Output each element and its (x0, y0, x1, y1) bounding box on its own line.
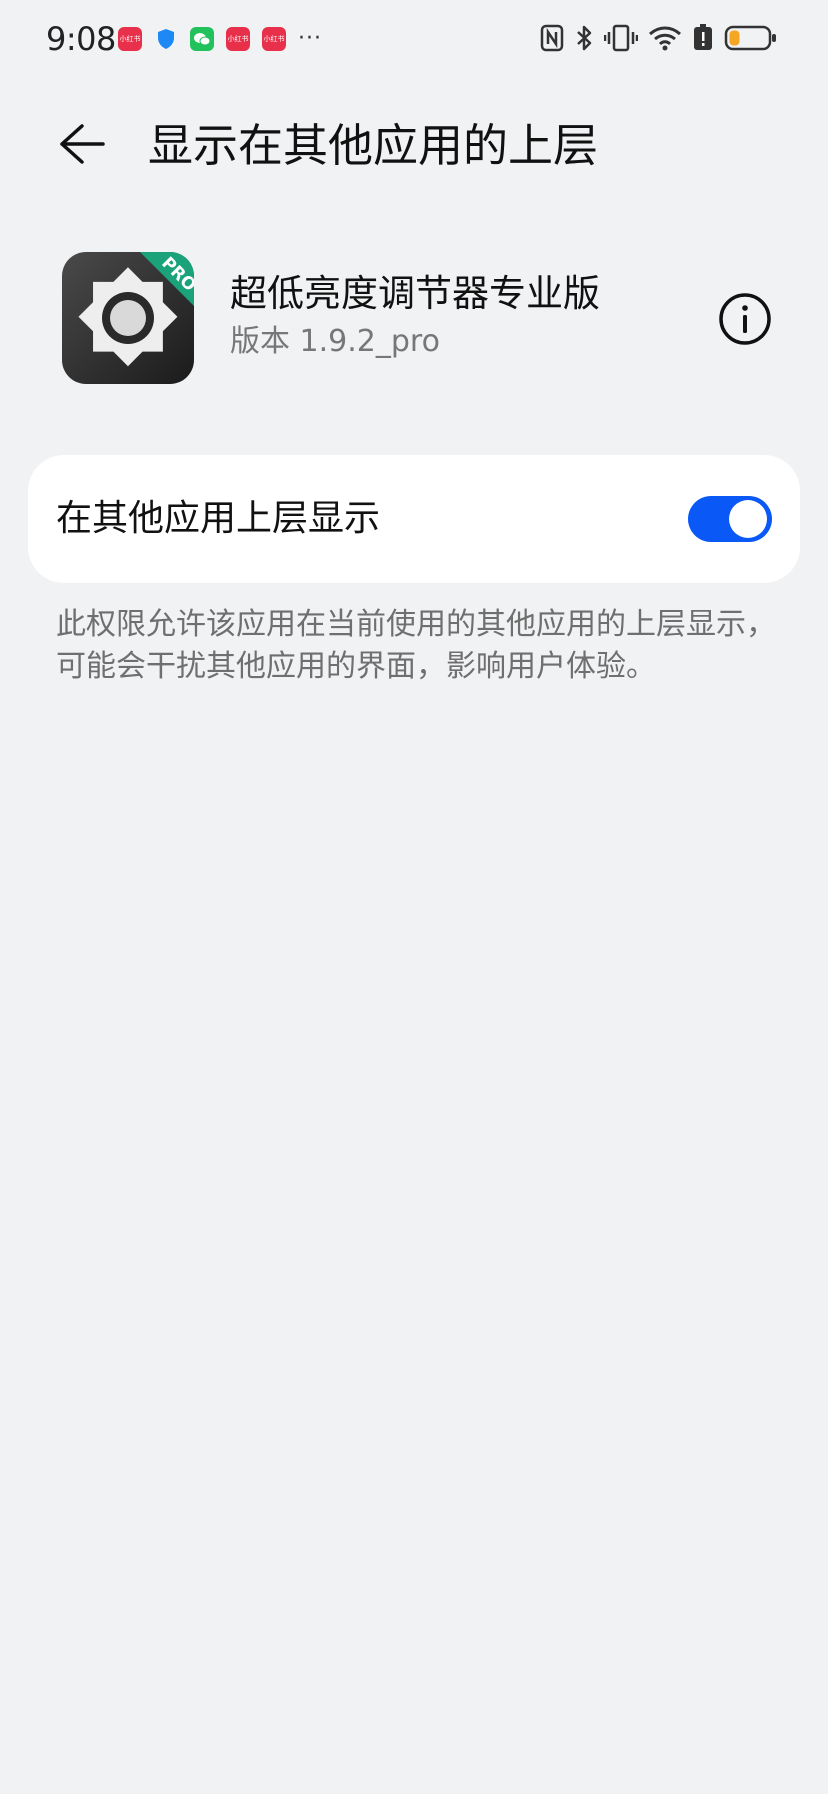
notification-icons: 小红书 小红书 小红书 ··· (118, 27, 322, 51)
shield-icon (154, 27, 178, 51)
back-button[interactable] (56, 118, 108, 170)
vibrate-icon (604, 23, 638, 53)
app-version: 版本 1.9.2_pro (230, 324, 440, 359)
system-icons (540, 23, 778, 53)
xiaohongshu-notification-icon: 小红书 (118, 27, 142, 51)
status-bar: 9:08 小红书 小红书 小红书 ··· (0, 0, 828, 80)
nfc-icon (540, 23, 564, 53)
app-name: 超低亮度调节器专业版 (230, 272, 600, 315)
bluetooth-icon (574, 23, 594, 53)
header: 显示在其他应用的上层 (0, 96, 828, 192)
app-info-button[interactable] (716, 290, 774, 348)
overlay-setting-card: 在其他应用上层显示 (28, 455, 800, 583)
wechat-icon (190, 27, 214, 51)
app-icon: PRO (62, 252, 194, 384)
permission-description: 此权限允许该应用在当前使用的其他应用的上层显示，可能会干扰其他应用的界面，影响用… (56, 607, 776, 684)
battery-saver-icon (692, 23, 714, 53)
app-info: PRO 超低亮度调节器专业版 版本 1.9.2_pro (0, 244, 828, 384)
page-title: 显示在其他应用的上层 (148, 119, 599, 172)
arrow-left-icon (60, 124, 105, 164)
xiaohongshu-notification-icon: 小红书 (226, 27, 250, 51)
xiaohongshu-notification-icon: 小红书 (262, 27, 286, 51)
overlay-permission-toggle[interactable] (688, 496, 772, 542)
info-icon (719, 293, 771, 345)
battery-icon (724, 23, 778, 53)
more-notifications-indicator: ··· (298, 26, 322, 51)
toggle-knob (729, 500, 767, 538)
wifi-icon (648, 23, 682, 53)
overlay-setting-label: 在其他应用上层显示 (56, 498, 381, 539)
status-time: 9:08 (46, 20, 116, 58)
